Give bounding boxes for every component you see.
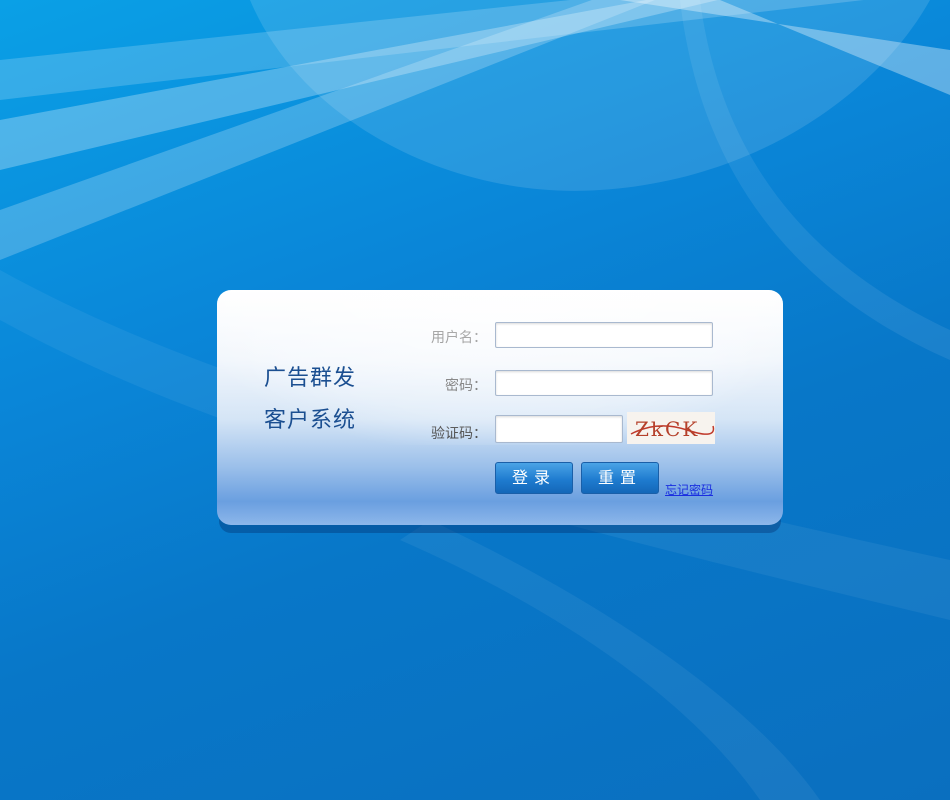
captcha-text: ZkCK	[635, 417, 699, 441]
captcha-input[interactable]	[495, 415, 623, 443]
password-input[interactable]	[495, 370, 713, 396]
forgot-password-link[interactable]: 忘记密码	[665, 481, 713, 498]
captcha-label: 验证码：	[431, 426, 487, 442]
login-panel: 广告群发 客户系统 用户名： 密码： 验证码： ZkCK 登录 重置 忘记密码	[217, 290, 783, 525]
captcha-image[interactable]: ZkCK	[627, 412, 715, 444]
login-button[interactable]: 登录	[495, 462, 573, 494]
system-title-line1: 广告群发	[264, 366, 357, 391]
username-input[interactable]	[495, 322, 713, 348]
reset-button[interactable]: 重置	[581, 462, 659, 494]
system-title-line2: 客户系统	[264, 408, 357, 433]
system-title: 广告群发 客户系统	[264, 358, 356, 442]
username-label: 用户名：	[431, 330, 487, 346]
password-label: 密码：	[445, 378, 487, 394]
